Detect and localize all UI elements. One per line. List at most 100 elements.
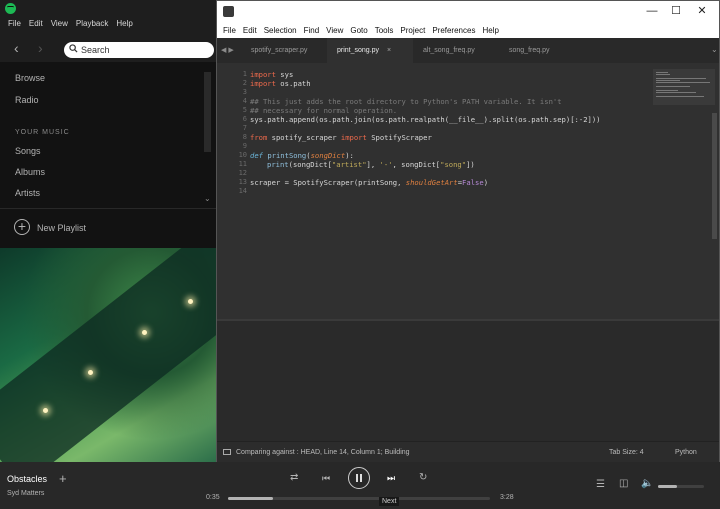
- minimap[interactable]: [653, 69, 715, 105]
- code-editor[interactable]: 1 2 3 4 5 6 7 8 9 10 11 12 13 14 import sys import os.…: [217, 63, 719, 319]
- minimize-icon[interactable]: —: [645, 4, 659, 18]
- search-placeholder: Search: [81, 45, 110, 55]
- code-token: "song": [440, 160, 467, 169]
- sublime-menu-tools[interactable]: Tools: [375, 26, 394, 35]
- sidebar-item-artists[interactable]: Artists: [15, 188, 40, 198]
- code-line[interactable]: [250, 187, 601, 196]
- tab-song-freq-py[interactable]: song_freq.py: [499, 38, 579, 63]
- code-token: shouldGetArt: [405, 178, 458, 187]
- tab-nav-arrows-icon[interactable]: ◀ ▶: [221, 46, 234, 54]
- code-token: import: [340, 133, 367, 142]
- spotify-menu-help[interactable]: Help: [116, 19, 132, 28]
- syntax-selector[interactable]: Python: [675, 449, 697, 456]
- tab-close-icon[interactable]: ×: [387, 47, 391, 54]
- album-art-star: [142, 330, 147, 335]
- tab-label: print_song.py: [337, 47, 380, 54]
- progress-fill: [228, 497, 273, 500]
- sublime-window: — ☐ ✕ File Edit Selection Find View Goto Tools…: [216, 0, 720, 462]
- search-icon: [69, 44, 78, 53]
- sublime-menu-view[interactable]: View: [326, 26, 343, 35]
- spotify-menu-playback[interactable]: Playback: [76, 19, 108, 28]
- close-icon[interactable]: ✕: [695, 4, 709, 18]
- code-line[interactable]: import sys: [250, 70, 601, 79]
- sublime-menu-edit[interactable]: Edit: [243, 26, 257, 35]
- sublime-menubar: File Edit Selection Find View Goto Tools Projec…: [217, 23, 719, 38]
- tab-bar: ◀ ▶ spotify_scraper.py print_song.py × alt_…: [217, 38, 719, 63]
- back-arrow-icon[interactable]: ‹: [14, 41, 19, 55]
- tab-alt-song-freq-py[interactable]: alt_song_freq.py: [413, 38, 499, 63]
- code-token: sys: [280, 70, 294, 79]
- album-art[interactable]: [0, 248, 216, 462]
- code-content[interactable]: import sys import os.path ## This just add…: [250, 70, 601, 196]
- volume-slider[interactable]: [658, 485, 704, 488]
- sublime-menu-goto[interactable]: Goto: [350, 26, 367, 35]
- code-token: sys.path.append(os.path.join(os.path.rea…: [250, 115, 601, 124]
- code-line[interactable]: def printSong(songDict):: [250, 151, 601, 160]
- code-line[interactable]: [250, 88, 601, 97]
- code-line[interactable]: sys.path.append(os.path.join(os.path.rea…: [250, 115, 601, 124]
- your-music-heading: YOUR MUSIC: [15, 129, 70, 136]
- search-input[interactable]: Search: [64, 42, 214, 58]
- code-line[interactable]: import os.path: [250, 79, 601, 88]
- line-number: 11: [238, 160, 247, 168]
- spotify-logo-icon: [5, 3, 16, 14]
- devices-icon[interactable]: ◫: [619, 478, 628, 489]
- spotify-menu-view[interactable]: View: [51, 19, 68, 28]
- sublime-menu-project[interactable]: Project: [400, 26, 425, 35]
- code-line[interactable]: [250, 142, 601, 151]
- repeat-icon[interactable]: ↻: [419, 472, 427, 483]
- sidebar-scrollbar[interactable]: [204, 72, 211, 152]
- spotify-menu-edit[interactable]: Edit: [29, 19, 43, 28]
- code-line[interactable]: [250, 124, 601, 133]
- code-line[interactable]: ## This just adds the root directory to …: [250, 97, 601, 106]
- sidebar-item-songs[interactable]: Songs: [15, 146, 41, 156]
- code-line[interactable]: scraper = SpotifyScraper(printSong, shou…: [250, 178, 601, 187]
- code-line[interactable]: [250, 169, 601, 178]
- line-number: 4: [242, 97, 247, 105]
- code-token: def: [250, 151, 263, 160]
- sidebar-item-radio[interactable]: Radio: [15, 95, 39, 105]
- status-message: Comparing against : HEAD, Line 14, Colum…: [236, 449, 410, 456]
- code-token: from: [250, 133, 268, 142]
- shuffle-icon[interactable]: ⇄: [290, 472, 298, 483]
- maximize-icon[interactable]: ☐: [669, 4, 683, 18]
- code-token: songDict: [310, 151, 346, 160]
- line-number: 1: [242, 70, 247, 78]
- sublime-menu-file[interactable]: File: [223, 26, 236, 35]
- sublime-menu-preferences[interactable]: Preferences: [432, 26, 475, 35]
- volume-icon[interactable]: 🔈: [641, 478, 653, 489]
- add-icon[interactable]: +: [59, 471, 67, 486]
- spotify-menu-file[interactable]: File: [8, 19, 21, 28]
- line-number: 3: [242, 88, 247, 96]
- line-number: 14: [238, 187, 247, 195]
- pause-button[interactable]: [348, 467, 370, 489]
- panel-toggle-icon[interactable]: [223, 449, 231, 455]
- code-line[interactable]: print(songDict["artist"], '-', songDict[…: [250, 160, 601, 169]
- sidebar-item-albums[interactable]: Albums: [15, 167, 45, 177]
- tab-print-song-py[interactable]: print_song.py ×: [327, 38, 413, 63]
- tab-size-selector[interactable]: Tab Size: 4: [609, 449, 644, 456]
- sidebar-item-browse[interactable]: Browse: [15, 73, 45, 83]
- chevron-down-icon[interactable]: ⌄: [204, 194, 211, 203]
- line-number-gutter: 1 2 3 4 5 6 7 8 9 10 11 12 13 14: [217, 70, 247, 196]
- tab-label: song_freq.py: [509, 47, 550, 54]
- progress-bar[interactable]: [228, 497, 490, 500]
- status-bar: Comparing against : HEAD, Line 14, Colum…: [217, 441, 719, 462]
- tab-label: alt_song_freq.py: [423, 47, 475, 54]
- tab-list-chevron-icon[interactable]: ⌄: [711, 45, 718, 54]
- sublime-menu-find[interactable]: Find: [304, 26, 320, 35]
- tab-spotify-scraper-py[interactable]: spotify_scraper.py: [241, 38, 327, 63]
- sublime-menu-help[interactable]: Help: [482, 26, 498, 35]
- sublime-menu-selection[interactable]: Selection: [264, 26, 297, 35]
- editor-scrollbar[interactable]: [712, 113, 717, 239]
- track-title[interactable]: Obstacles: [7, 474, 47, 484]
- forward-arrow-icon[interactable]: ›: [38, 41, 43, 55]
- code-line[interactable]: ## necessary for normal operation.: [250, 106, 601, 115]
- code-line[interactable]: from spotify_scraper import SpotifyScrap…: [250, 133, 601, 142]
- queue-icon[interactable]: ☰: [596, 479, 605, 490]
- previous-icon[interactable]: ⏮: [322, 473, 330, 484]
- code-token: print: [267, 160, 289, 169]
- track-artist[interactable]: Syd Matters: [7, 490, 44, 497]
- new-playlist-button[interactable]: + New Playlist: [0, 208, 216, 248]
- next-icon[interactable]: ⏭: [387, 473, 395, 484]
